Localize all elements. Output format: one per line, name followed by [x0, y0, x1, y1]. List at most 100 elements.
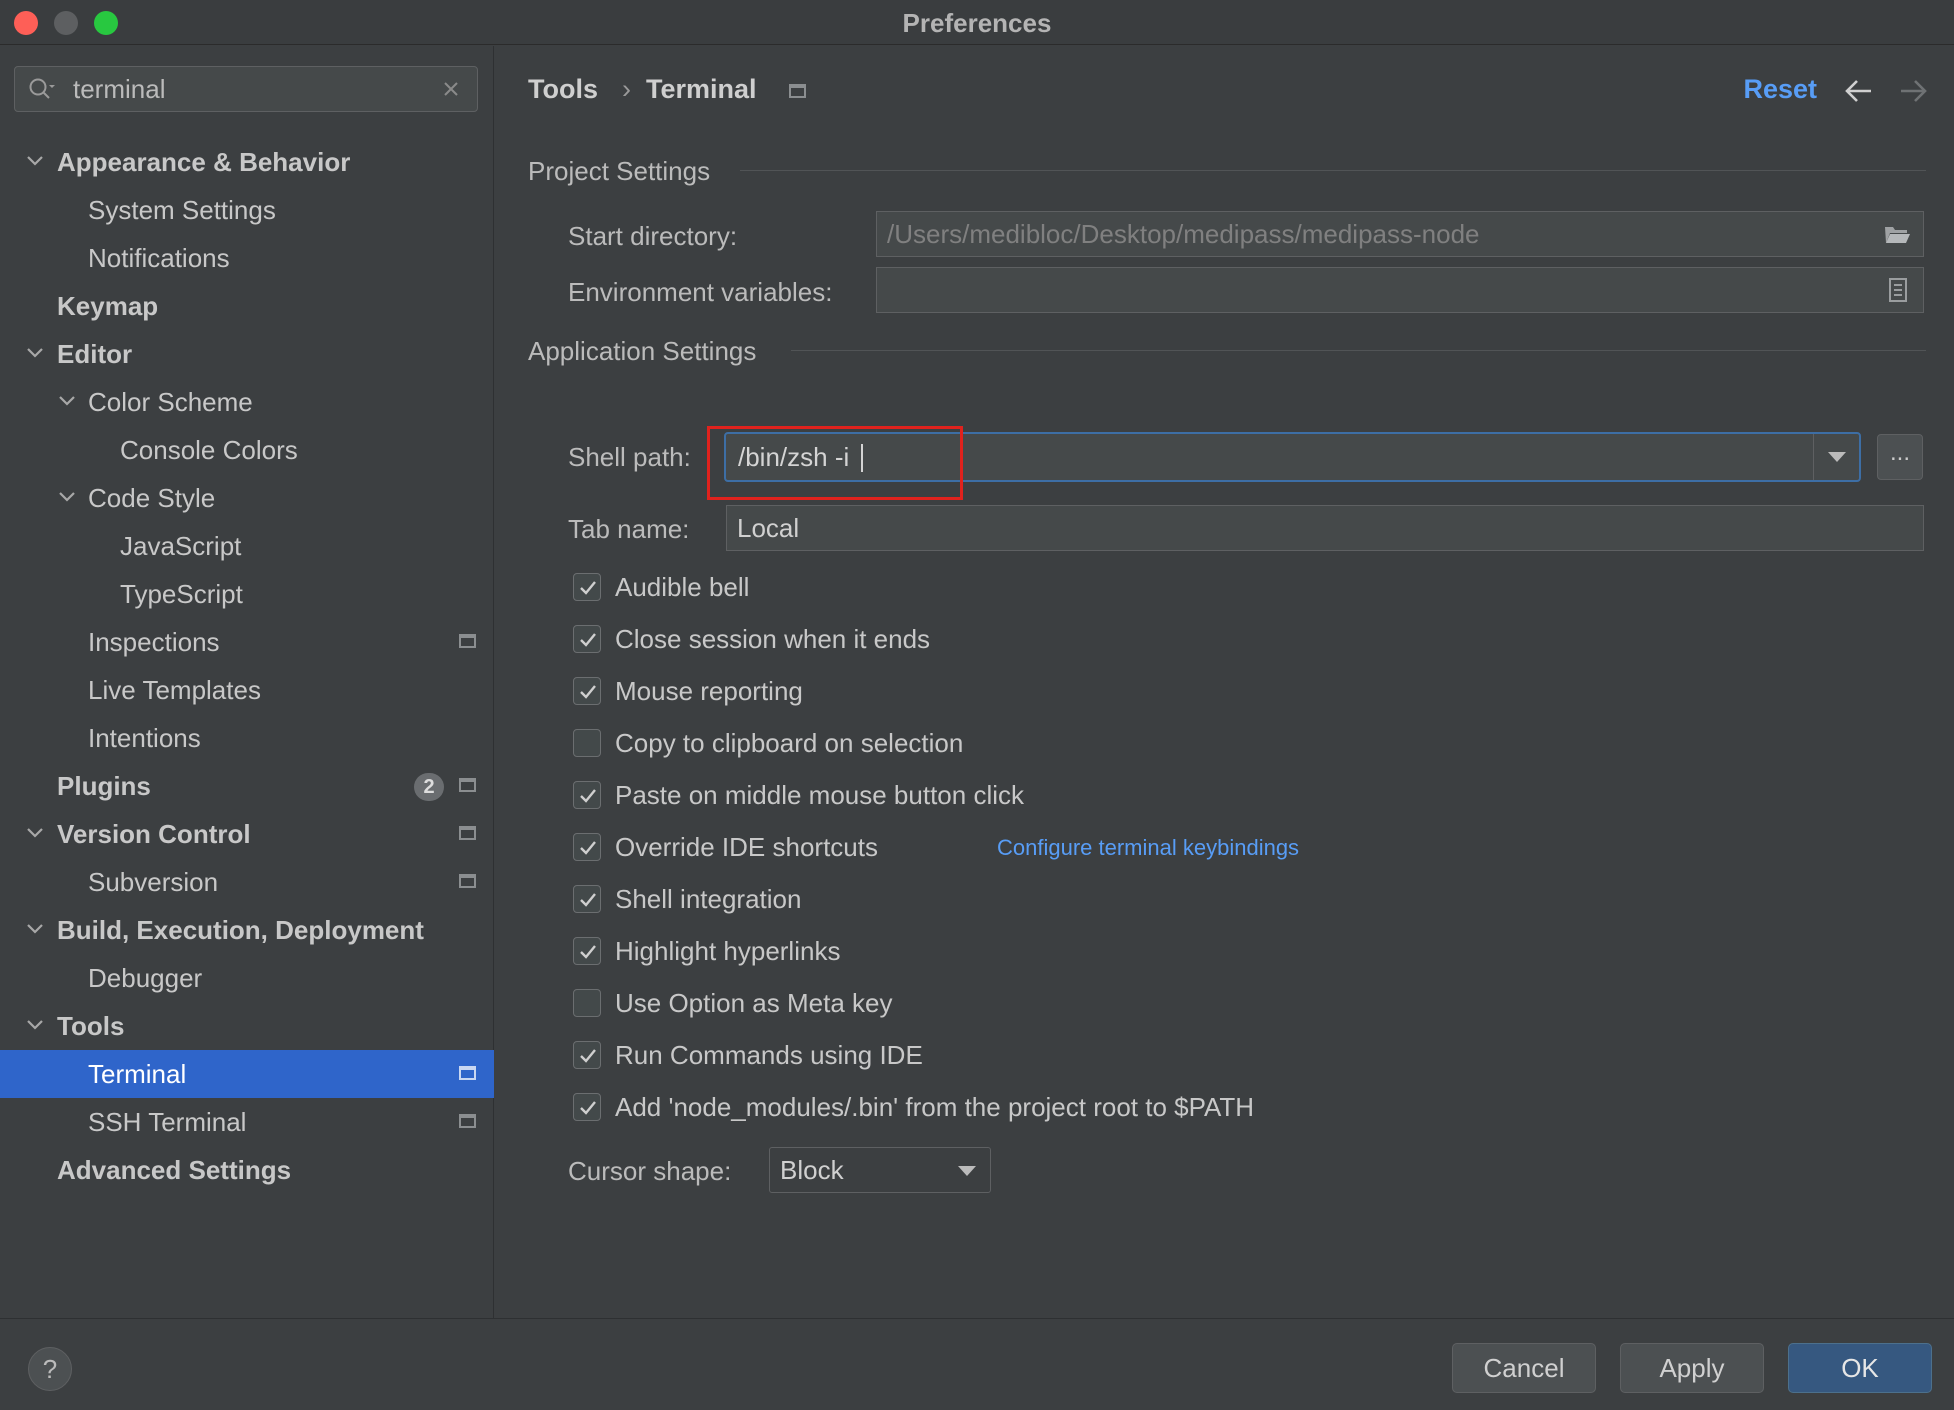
checkbox[interactable]: [573, 989, 601, 1017]
folder-open-icon[interactable]: [1883, 222, 1911, 246]
checkbox[interactable]: [573, 885, 601, 913]
environment-variables-label: Environment variables:: [568, 277, 833, 307]
tree-item-system-settings[interactable]: System Settings: [0, 186, 494, 234]
chevron-down-icon[interactable]: [56, 486, 78, 508]
apply-button[interactable]: Apply: [1620, 1343, 1764, 1393]
tree-item-label: SSH Terminal: [88, 1107, 247, 1137]
breadcrumb-current: Terminal: [646, 74, 757, 104]
tree-item-label: Debugger: [88, 963, 203, 993]
project-level-icon: [459, 826, 476, 840]
back-arrow-icon[interactable]: [1844, 78, 1874, 104]
tree-item-intentions[interactable]: Intentions: [0, 714, 494, 762]
chevron-down-icon: [1828, 452, 1846, 462]
tree-item-code-style[interactable]: Code Style: [0, 474, 494, 522]
project-settings-title: Project Settings: [528, 156, 711, 186]
ok-button[interactable]: OK: [1788, 1343, 1932, 1393]
checkbox-label: Highlight hyperlinks: [615, 936, 841, 966]
chevron-down-icon[interactable]: [24, 918, 46, 940]
chevron-down-icon[interactable]: [24, 150, 46, 172]
tree-item-advanced-settings[interactable]: Advanced Settings: [0, 1146, 494, 1194]
chevron-down-icon[interactable]: [56, 390, 78, 412]
cursor-shape-value: Block: [780, 1155, 844, 1185]
cancel-button[interactable]: Cancel: [1452, 1343, 1596, 1393]
checkbox[interactable]: [573, 781, 601, 809]
text-caret: [861, 444, 863, 472]
plugins-update-badge: 2: [414, 773, 444, 801]
tree-item-label: Terminal: [88, 1059, 187, 1089]
chevron-down-icon: [958, 1166, 976, 1176]
section-divider: [740, 170, 1926, 171]
tree-item-appearance-behavior[interactable]: Appearance & Behavior: [0, 138, 494, 186]
start-directory-value: /Users/medibloc/Desktop/medipass/medipas…: [887, 219, 1480, 249]
checkbox-label: Use Option as Meta key: [615, 988, 893, 1018]
settings-panel: Tools › Terminal Reset Project Settings …: [495, 46, 1954, 1318]
tree-item-label: Code Style: [88, 483, 216, 513]
project-level-icon: [459, 1114, 476, 1128]
tree-item-label: Subversion: [88, 867, 219, 897]
chevron-down-icon[interactable]: [24, 1014, 46, 1036]
tree-item-live-templates[interactable]: Live Templates: [0, 666, 494, 714]
tree-item-tools[interactable]: Tools: [0, 1002, 494, 1050]
shell-path-combo[interactable]: /bin/zsh -i: [724, 432, 1861, 482]
configure-keybindings-link[interactable]: Configure terminal keybindings: [997, 830, 1299, 866]
clear-search-icon[interactable]: [441, 79, 461, 99]
section-divider: [791, 350, 1926, 351]
title-bar: Preferences: [0, 0, 1954, 45]
tree-item-ssh-terminal[interactable]: SSH Terminal: [0, 1098, 494, 1146]
browse-shell-button[interactable]: ...: [1877, 434, 1923, 480]
project-level-icon: [459, 874, 476, 888]
settings-sidebar: Appearance & Behavior System Settings No…: [0, 46, 494, 1318]
tab-name-field[interactable]: Local: [726, 505, 1924, 551]
checkbox[interactable]: [573, 729, 601, 757]
tree-item-console-colors[interactable]: Console Colors: [0, 426, 494, 474]
breadcrumb-parent[interactable]: Tools: [528, 74, 598, 105]
tree-item-subversion[interactable]: Subversion: [0, 858, 494, 906]
tree-item-build-execution-deployment[interactable]: Build, Execution, Deployment: [0, 906, 494, 954]
project-level-icon: [789, 84, 806, 98]
tree-item-version-control[interactable]: Version Control: [0, 810, 494, 858]
checkbox[interactable]: [573, 677, 601, 705]
search-icon[interactable]: [27, 76, 55, 104]
checkbox[interactable]: [573, 1041, 601, 1069]
tab-name-label: Tab name:: [568, 514, 690, 544]
project-level-icon: [459, 778, 476, 792]
tree-item-label: Inspections: [88, 627, 220, 657]
window-title: Preferences: [902, 8, 1052, 38]
tree-item-javascript[interactable]: JavaScript: [0, 522, 494, 570]
chevron-down-icon[interactable]: [24, 342, 46, 364]
checkbox-label: Shell integration: [615, 884, 802, 914]
tree-item-color-scheme[interactable]: Color Scheme: [0, 378, 494, 426]
shell-path-dropdown-button[interactable]: [1813, 434, 1859, 480]
checkbox-label: Audible bell: [615, 572, 750, 602]
checkbox[interactable]: [573, 937, 601, 965]
chevron-down-icon[interactable]: [24, 822, 46, 844]
dialog-footer: ? Cancel Apply OK: [0, 1318, 1954, 1410]
tree-item-label: Keymap: [57, 291, 159, 321]
tree-item-typescript[interactable]: TypeScript: [0, 570, 494, 618]
tree-item-debugger[interactable]: Debugger: [0, 954, 494, 1002]
environment-variables-field[interactable]: [876, 267, 1924, 313]
checkbox-label: Copy to clipboard on selection: [615, 728, 964, 758]
tree-item-keymap[interactable]: Keymap: [0, 282, 494, 330]
start-directory-field[interactable]: /Users/medibloc/Desktop/medipass/medipas…: [876, 211, 1924, 257]
checkbox-label: Add 'node_modules/.bin' from the project…: [615, 1092, 1255, 1122]
checkbox[interactable]: [573, 625, 601, 653]
tree-item-terminal[interactable]: Terminal: [0, 1050, 494, 1098]
tree-item-plugins[interactable]: Plugins 2: [0, 762, 494, 810]
tree-item-inspections[interactable]: Inspections: [0, 618, 494, 666]
checkbox-label: Mouse reporting: [615, 676, 803, 706]
tree-item-notifications[interactable]: Notifications: [0, 234, 494, 282]
cursor-shape-select[interactable]: Block: [769, 1147, 991, 1193]
forward-arrow-icon[interactable]: [1898, 78, 1928, 104]
checkbox-label: Close session when it ends: [615, 624, 931, 654]
edit-document-icon[interactable]: [1883, 278, 1911, 302]
tree-item-label: Plugins: [57, 771, 151, 801]
reset-link[interactable]: Reset: [1743, 74, 1817, 105]
tree-item-editor[interactable]: Editor: [0, 330, 494, 378]
help-button[interactable]: ?: [28, 1347, 72, 1391]
checkbox[interactable]: [573, 573, 601, 601]
checkbox[interactable]: [573, 1093, 601, 1121]
search-input[interactable]: [73, 73, 423, 105]
checkbox[interactable]: [573, 833, 601, 861]
settings-search: [14, 66, 478, 112]
